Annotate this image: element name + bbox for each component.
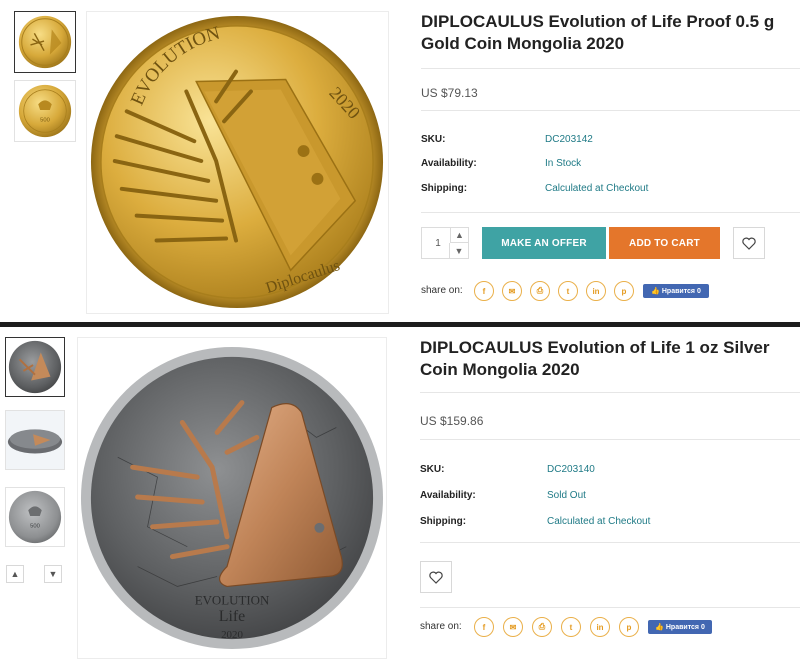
- thumb-up-icon: 👍: [655, 624, 664, 631]
- sku-label: SKU:: [420, 464, 445, 475]
- silver-coin-image: EVOLUTION Life 2020: [80, 346, 384, 650]
- product-price: US $159.86: [420, 414, 484, 428]
- thumbnail-next-button[interactable]: ▼: [44, 565, 62, 583]
- coin-thumbnail-image: [18, 15, 72, 69]
- sku-value: DC203142: [545, 134, 593, 145]
- linkedin-icon[interactable]: in: [586, 281, 606, 301]
- wishlist-button[interactable]: [733, 227, 765, 259]
- product-price: US $79.13: [421, 86, 478, 100]
- divider: [420, 607, 800, 608]
- divider: [420, 392, 800, 393]
- main-product-image: EVOLUTION Life 2020: [77, 337, 387, 659]
- wishlist-button[interactable]: [420, 561, 452, 593]
- thumbnail-coin-reverse[interactable]: [5, 337, 65, 397]
- shipping-label: Shipping:: [420, 516, 467, 527]
- sku-value: DC203140: [547, 464, 595, 475]
- like-label: Нравится 0: [665, 623, 705, 631]
- twitter-icon[interactable]: t: [561, 617, 581, 637]
- coin-obverse-thumbnail-image: 500: [18, 84, 72, 138]
- main-product-image: EVOLUTION 2020 Diplocaulus: [86, 11, 389, 314]
- chevron-down-icon[interactable]: ▼: [449, 243, 468, 258]
- email-icon[interactable]: ✉: [503, 617, 523, 637]
- availability-value: In Stock: [545, 158, 582, 169]
- coin-legend-text: EVOLUTION: [195, 592, 270, 607]
- thumbnail-coin-reverse[interactable]: [14, 11, 76, 73]
- coin-denomination-text: 500: [40, 118, 50, 124]
- divider: [421, 68, 800, 69]
- linkedin-icon[interactable]: in: [590, 617, 610, 637]
- share-label: share on:: [421, 285, 463, 296]
- product-title: DIPLOCAULUS Evolution of Life 1 oz Silve…: [420, 338, 770, 379]
- product-panel-gold: 500 EVOLUTION 2020 Diplocaulus DIPLOCAUL…: [0, 0, 800, 322]
- share-label: share on:: [420, 621, 462, 632]
- coin-denomination-text: 500: [30, 524, 40, 530]
- thumbnail-coin-obverse[interactable]: 500: [5, 487, 65, 547]
- coin-obverse-thumbnail-image: 500: [8, 490, 62, 544]
- twitter-icon[interactable]: t: [558, 281, 578, 301]
- facebook-like-button[interactable]: 👍 Нравится 0: [643, 284, 709, 298]
- coin-year-text: 2020: [221, 629, 243, 641]
- heart-icon: [742, 237, 756, 250]
- chevron-up-icon[interactable]: ▲: [450, 228, 468, 243]
- thumbnail-coin-obverse[interactable]: 500: [14, 80, 76, 142]
- divider: [420, 542, 800, 543]
- sku-label: SKU:: [421, 134, 446, 145]
- product-title: DIPLOCAULUS Evolution of Life Proof 0.5 …: [421, 12, 775, 53]
- facebook-like-button[interactable]: 👍 Нравится 0: [648, 620, 712, 634]
- quantity-stepper[interactable]: 1 ▲ ▼: [421, 227, 469, 259]
- print-icon[interactable]: ⎙: [532, 617, 552, 637]
- pinterest-icon[interactable]: p: [614, 281, 634, 301]
- divider: [420, 439, 800, 440]
- thumbnail-prev-button[interactable]: ▲: [6, 565, 24, 583]
- email-icon[interactable]: ✉: [502, 281, 522, 301]
- divider: [421, 110, 800, 111]
- gold-coin-image: EVOLUTION 2020 Diplocaulus: [90, 15, 384, 309]
- pinterest-icon[interactable]: p: [619, 617, 639, 637]
- facebook-icon[interactable]: f: [474, 617, 494, 637]
- product-panel-silver: 500 ▲ ▼ EVOLUTION Life 2020 DIPLOCAULUS …: [0, 327, 800, 665]
- facebook-icon[interactable]: f: [474, 281, 494, 301]
- coin-side-thumbnail-image: [6, 411, 64, 469]
- coin-legend-text-2: Life: [219, 608, 245, 625]
- shipping-label: Shipping:: [421, 183, 468, 194]
- thumbnail-coin-side[interactable]: [5, 410, 65, 470]
- availability-label: Availability:: [420, 490, 476, 501]
- like-label: Нравится 0: [661, 287, 701, 295]
- availability-label: Availability:: [421, 158, 477, 169]
- divider: [421, 212, 800, 213]
- shipping-value: Calculated at Checkout: [547, 516, 651, 527]
- make-offer-button[interactable]: MAKE AN OFFER: [482, 227, 606, 259]
- shipping-value: Calculated at Checkout: [545, 183, 649, 194]
- thumb-up-icon: 👍: [651, 288, 660, 295]
- heart-icon: [429, 571, 443, 584]
- print-icon[interactable]: ⎙: [530, 281, 550, 301]
- add-to-cart-button[interactable]: ADD TO CART: [609, 227, 720, 259]
- availability-value: Sold Out: [547, 490, 586, 501]
- coin-thumbnail-image: [8, 340, 62, 394]
